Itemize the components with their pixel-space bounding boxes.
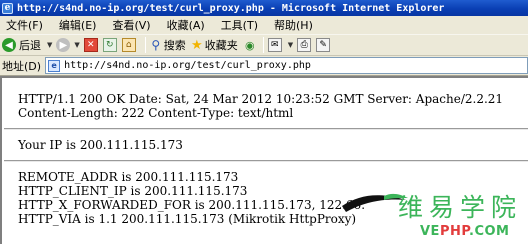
forward-arrow-icon[interactable]: ▶ — [56, 38, 71, 52]
divider — [4, 160, 528, 162]
ie-logo-icon: e — [2, 2, 13, 14]
your-ip-line: Your IP is 200.111.115.173 — [18, 138, 183, 152]
stop-icon[interactable]: ✕ — [83, 38, 98, 52]
forward-dropdown-icon[interactable]: ▼ — [74, 41, 79, 49]
window-title: http://s4nd.no-ip.org/test/curl_proxy.ph… — [17, 2, 445, 14]
page-content: HTTP/1.1 200 OK Date: Sat, 24 Mar 2012 1… — [0, 76, 528, 244]
back-dropdown-icon[interactable]: ▼ — [47, 41, 52, 49]
menu-tools[interactable]: 工具(T) — [221, 17, 258, 33]
address-bar: 地址(D) e http://s4nd.no-ip.org/test/curl_… — [0, 56, 528, 76]
menu-view[interactable]: 查看(V) — [112, 17, 150, 33]
print-icon[interactable]: ⎙ — [297, 38, 312, 52]
menu-edit[interactable]: 编辑(E) — [59, 17, 97, 33]
response-header-line: Content-Length: 222 Content-Type: text/h… — [18, 106, 294, 120]
back-arrow-icon: ◀ — [2, 38, 16, 52]
favorites-button[interactable]: ★ 收藏夹 — [191, 37, 238, 53]
toolbar-divider — [262, 37, 264, 53]
menu-favorites[interactable]: 收藏(A) — [167, 17, 205, 33]
edit-page-icon[interactable]: ✎ — [316, 38, 331, 52]
divider — [4, 128, 528, 130]
star-icon: ★ — [190, 37, 203, 53]
client-ip-line: HTTP_CLIENT_IP is 200.111.115.173 — [18, 184, 248, 198]
forwarded-for-line: HTTP_X_FORWARDED_FOR is 200.111.115.173,… — [18, 198, 366, 212]
search-button[interactable]: ⚲ 搜索 — [150, 37, 186, 53]
remote-addr-line: REMOTE_ADDR is 200.111.115.173 — [18, 170, 239, 184]
back-button[interactable]: ◀ 后退 — [2, 37, 41, 53]
address-label: 地址(D) — [2, 59, 42, 73]
media-icon[interactable]: ◉ — [243, 38, 257, 52]
refresh-icon[interactable]: ↻ — [102, 38, 117, 52]
favorites-label: 收藏夹 — [204, 39, 238, 52]
mail-icon[interactable]: ✉ — [267, 38, 282, 52]
home-icon[interactable]: ⌂ — [121, 38, 136, 52]
address-input[interactable]: e http://s4nd.no-ip.org/test/curl_proxy.… — [45, 57, 528, 74]
toolbar: ◀ 后退 ▼ ▶ ▼ ✕ ↻ ⌂ ⚲ 搜索 ★ 收藏夹 ◉ ✉ ▼ ⎙ ✎ — [0, 34, 528, 56]
mail-dropdown-icon[interactable]: ▼ — [288, 41, 293, 49]
menu-help[interactable]: 帮助(H) — [274, 17, 313, 33]
window-titlebar[interactable]: e http://s4nd.no-ip.org/test/curl_proxy.… — [0, 0, 528, 16]
response-header-line: HTTP/1.1 200 OK Date: Sat, 24 Mar 2012 1… — [18, 92, 504, 106]
page-icon: e — [48, 59, 61, 72]
menu-file[interactable]: 文件(F) — [6, 17, 43, 33]
toolbar-divider — [144, 37, 146, 53]
back-label: 后退 — [19, 39, 41, 52]
menu-bar: 文件(F) 编辑(E) 查看(V) 收藏(A) 工具(T) 帮助(H) — [0, 16, 528, 34]
address-url[interactable]: http://s4nd.no-ip.org/test/curl_proxy.ph… — [64, 60, 311, 71]
via-line: HTTP_VIA is 1.1 200.111.115.173 (Mikroti… — [18, 212, 357, 226]
search-label: 搜索 — [163, 39, 186, 52]
search-icon: ⚲ — [151, 38, 161, 52]
